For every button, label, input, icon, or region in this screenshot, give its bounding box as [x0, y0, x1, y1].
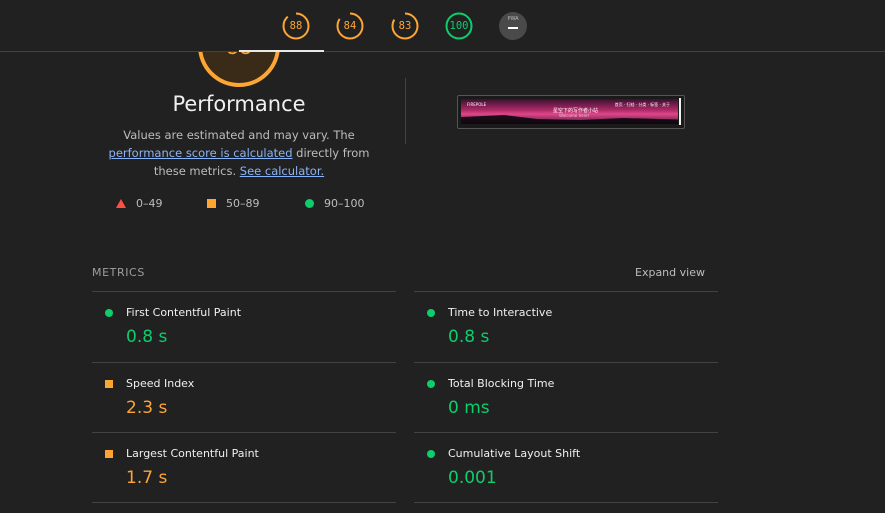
metric-largest-contentful-paint: Largest Contentful Paint 1.7 s	[92, 443, 392, 513]
average-square-icon	[105, 450, 113, 458]
performance-description: Values are estimated and may vary. The p…	[96, 126, 382, 180]
metric-total-blocking-time: Total Blocking Time 0 ms	[414, 373, 714, 443]
description-text: Values are estimated and may vary. The	[123, 128, 355, 142]
tab-performance-score: 88	[289, 20, 303, 32]
thumbnail-scrollbar	[679, 98, 681, 125]
score-calculation-link[interactable]: performance score is calculated	[109, 146, 293, 160]
performance-title: Performance	[172, 92, 306, 116]
metric-value: 2.3 s	[126, 398, 168, 418]
legend-pass-range: 90–100	[324, 197, 365, 210]
triangle-icon	[116, 199, 126, 208]
thumbnail-subtitle: Welcome here!	[559, 113, 590, 118]
active-tab-indicator	[239, 50, 324, 52]
metric-value: 0.001	[448, 468, 497, 488]
tab-seo[interactable]: 100	[445, 12, 473, 40]
pass-circle-icon	[427, 309, 435, 317]
thumbnail-logo: FIREPOLE	[467, 102, 487, 107]
pwa-dash-icon	[508, 27, 518, 29]
screenshot-image: FIREPOLE 首页 · 归档 · 分类 · 标签 · 关于 星空下的写作者小…	[461, 99, 678, 124]
final-screenshot-thumbnail[interactable]: FIREPOLE 首页 · 归档 · 分类 · 标签 · 关于 星空下的写作者小…	[457, 95, 685, 129]
legend-average: 50–89	[207, 197, 260, 210]
vertical-divider	[405, 78, 406, 144]
average-square-icon	[105, 380, 113, 388]
metric-name: Time to Interactive	[448, 306, 553, 319]
square-icon	[207, 199, 216, 208]
metrics-section-label: METRICS	[92, 266, 145, 279]
tab-accessibility-score: 84	[343, 20, 357, 32]
legend-fail-range: 0–49	[136, 197, 163, 210]
legend-fail: 0–49	[116, 197, 163, 210]
metric-name: Largest Contentful Paint	[126, 447, 259, 460]
tab-best-practices-score: 83	[398, 20, 412, 32]
tab-performance[interactable]: 88	[282, 12, 310, 40]
metrics-divider	[92, 291, 396, 292]
thumbnail-nav: 首页 · 归档 · 分类 · 标签 · 关于	[614, 102, 670, 107]
pwa-label: PWA	[507, 16, 519, 22]
legend-average-range: 50–89	[226, 197, 260, 210]
metric-value: 0 ms	[448, 398, 490, 418]
pass-circle-icon	[427, 380, 435, 388]
circle-icon	[305, 199, 314, 208]
calculator-link[interactable]: See calculator.	[240, 164, 324, 178]
expand-view-toggle[interactable]: Expand view	[635, 266, 705, 279]
pass-circle-icon	[105, 309, 113, 317]
metric-name: First Contentful Paint	[126, 306, 242, 319]
metric-value: 0.8 s	[126, 327, 168, 347]
metric-time-to-interactive: Time to Interactive 0.8 s	[414, 302, 714, 372]
metric-cumulative-layout-shift: Cumulative Layout Shift 0.001	[414, 443, 714, 513]
tab-accessibility[interactable]: 84	[336, 12, 364, 40]
metrics-divider	[414, 291, 718, 292]
tab-best-practices[interactable]: 83	[391, 12, 419, 40]
legend-pass: 90–100	[305, 197, 365, 210]
metric-name: Total Blocking Time	[448, 377, 555, 390]
metric-speed-index: Speed Index 2.3 s	[92, 373, 392, 443]
metric-name: Speed Index	[126, 377, 195, 390]
category-score-bar: 88 84 83 100 PWA	[0, 0, 885, 52]
metric-value: 0.8 s	[448, 327, 490, 347]
tab-pwa[interactable]: PWA	[499, 12, 527, 40]
metric-first-contentful-paint: First Contentful Paint 0.8 s	[92, 302, 392, 372]
metric-name: Cumulative Layout Shift	[448, 447, 581, 460]
metric-value: 1.7 s	[126, 468, 168, 488]
tab-seo-score: 100	[449, 20, 469, 32]
pass-circle-icon	[427, 450, 435, 458]
